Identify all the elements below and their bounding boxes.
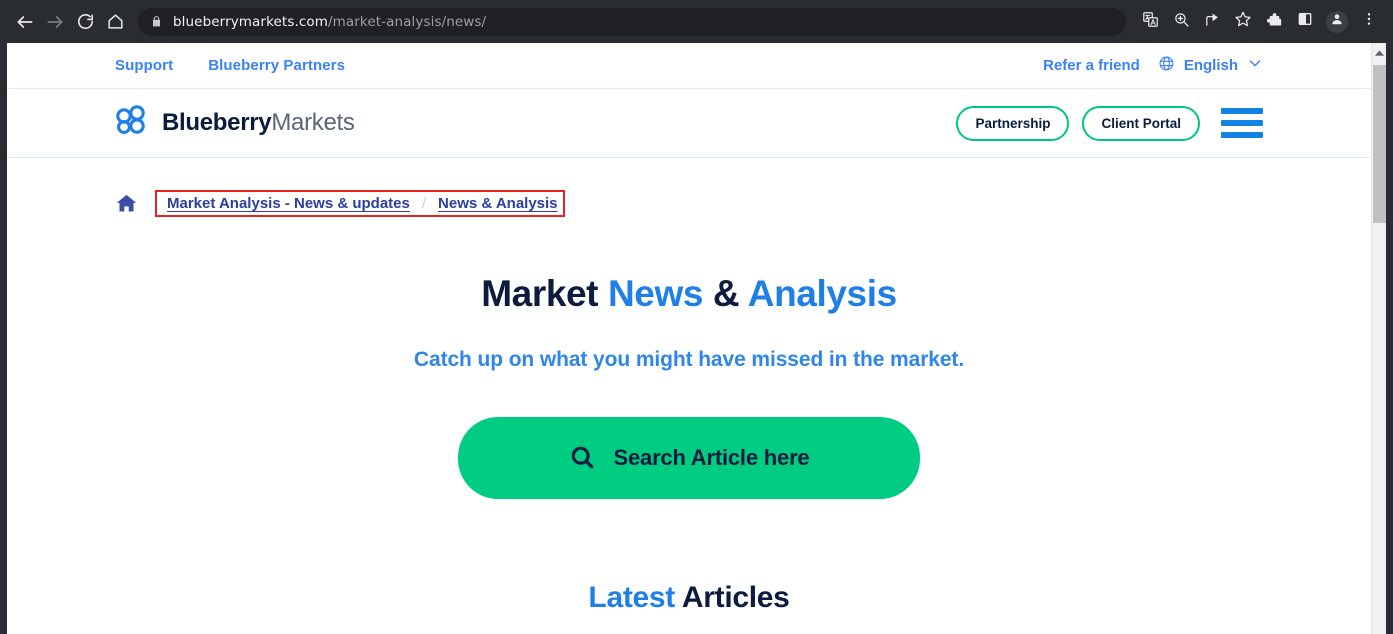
page-subtitle: Catch up on what you might have missed i… (413, 347, 965, 371)
hamburger-bar-1 (1221, 108, 1263, 114)
brand-name: BlueberryMarkets (162, 109, 355, 137)
breadcrumb-home-icon[interactable] (115, 192, 138, 215)
side-panel-button[interactable] (1291, 8, 1319, 36)
chrome-menu-button[interactable] (1355, 8, 1383, 36)
address-bar[interactable]: blueberrymarkets.com/market-analysis/new… (138, 7, 1126, 36)
url-domain: blueberrymarkets.com (173, 13, 328, 30)
refer-a-friend-link[interactable]: Refer a friend (1043, 57, 1140, 74)
translate-button[interactable] (1136, 8, 1164, 36)
forward-button[interactable] (40, 7, 70, 37)
chrome-menu-icon (1361, 11, 1377, 32)
share-button[interactable] (1198, 8, 1226, 36)
url-path: /market-analysis/news/ (327, 13, 487, 30)
site-header: BlueberryMarkets Partnership Client Port… (7, 89, 1371, 158)
forward-arrow-icon (45, 12, 65, 32)
share-icon (1204, 11, 1221, 33)
brand-logo[interactable]: BlueberryMarkets (115, 104, 355, 142)
scroll-up-arrow-icon[interactable] (1372, 47, 1386, 60)
reload-icon (76, 12, 95, 31)
scrollbar-thumb[interactable] (1373, 65, 1386, 223)
language-label: English (1183, 57, 1238, 74)
breadcrumb-highlight-box: Market Analysis - News & updates / News … (155, 190, 565, 217)
page-title-part-2: News (607, 273, 704, 314)
profile-button[interactable] (1326, 10, 1348, 33)
search-button-wrap: Search Article here (7, 416, 1371, 499)
back-button[interactable] (10, 7, 40, 37)
page-title-part-3: & (703, 273, 748, 314)
breadcrumb-link-news-analysis[interactable]: News & Analysis (438, 195, 558, 212)
hamburger-bar-2 (1221, 120, 1263, 126)
browser-toolbar: blueberrymarkets.com/market-analysis/new… (0, 0, 1393, 43)
breadcrumb: Market Analysis - News & updates / News … (7, 158, 1371, 217)
client-portal-button[interactable]: Client Portal (1082, 105, 1200, 141)
brand-name-secondary: Markets (271, 109, 355, 136)
extensions-puzzle-icon (1266, 11, 1283, 33)
home-icon (106, 12, 125, 31)
search-article-button[interactable]: Search Article here (458, 416, 920, 499)
latest-articles-part-2: Articles (674, 580, 790, 614)
breadcrumb-separator: / (421, 195, 427, 212)
zoom-icon (1173, 11, 1190, 33)
nav-link-support[interactable]: Support (115, 57, 173, 74)
hero-section: Market News & Analysis Catch up on what … (7, 273, 1371, 615)
page-title-part-4: Analysis (747, 273, 897, 314)
globe-icon (1158, 55, 1175, 77)
utility-nav-bar: Support Blueberry Partners Refer a frien… (7, 43, 1371, 89)
back-arrow-icon (15, 12, 35, 32)
home-button[interactable] (100, 7, 130, 37)
hamburger-bar-3 (1221, 132, 1263, 138)
url-text: blueberrymarkets.com/market-analysis/new… (173, 14, 486, 30)
language-selector[interactable]: English (1158, 55, 1263, 77)
nav-link-blueberry-partners[interactable]: Blueberry Partners (208, 57, 345, 74)
translate-icon (1142, 11, 1159, 33)
utility-right-group: Refer a friend English (1043, 55, 1263, 77)
reload-button[interactable] (70, 7, 100, 37)
extensions-button[interactable] (1260, 8, 1288, 36)
utility-links: Support Blueberry Partners (115, 57, 345, 74)
web-page: Support Blueberry Partners Refer a frien… (7, 43, 1371, 634)
chevron-down-icon (1247, 55, 1263, 76)
brand-name-primary: Blueberry (162, 109, 272, 136)
page-title: Market News & Analysis (7, 273, 1371, 315)
page-scrollbar[interactable] (1371, 43, 1386, 634)
page-title-part-1: Market (481, 273, 608, 314)
side-panel-icon (1297, 11, 1313, 32)
search-article-button-label: Search Article here (613, 444, 810, 470)
latest-articles-heading: Latest Articles (7, 581, 1371, 615)
latest-articles-part-1: Latest (588, 580, 675, 614)
profile-avatar-icon (1330, 12, 1344, 31)
hamburger-menu-icon[interactable] (1221, 108, 1263, 138)
browser-toolbar-actions (1136, 8, 1383, 36)
blueberry-circles-logo-icon (115, 104, 151, 142)
partnership-button[interactable]: Partnership (956, 105, 1070, 141)
breadcrumb-link-market-analysis[interactable]: Market Analysis - News & updates (167, 195, 410, 212)
bookmark-star-icon (1234, 10, 1252, 33)
browser-window: blueberrymarkets.com/market-analysis/new… (0, 0, 1393, 634)
lock-icon (150, 15, 164, 29)
bookmark-button[interactable] (1229, 8, 1257, 36)
zoom-button[interactable] (1167, 8, 1195, 36)
header-actions: Partnership Client Portal (956, 105, 1263, 141)
search-magnifier-icon (569, 444, 596, 471)
page-viewport: Support Blueberry Partners Refer a frien… (7, 43, 1386, 634)
